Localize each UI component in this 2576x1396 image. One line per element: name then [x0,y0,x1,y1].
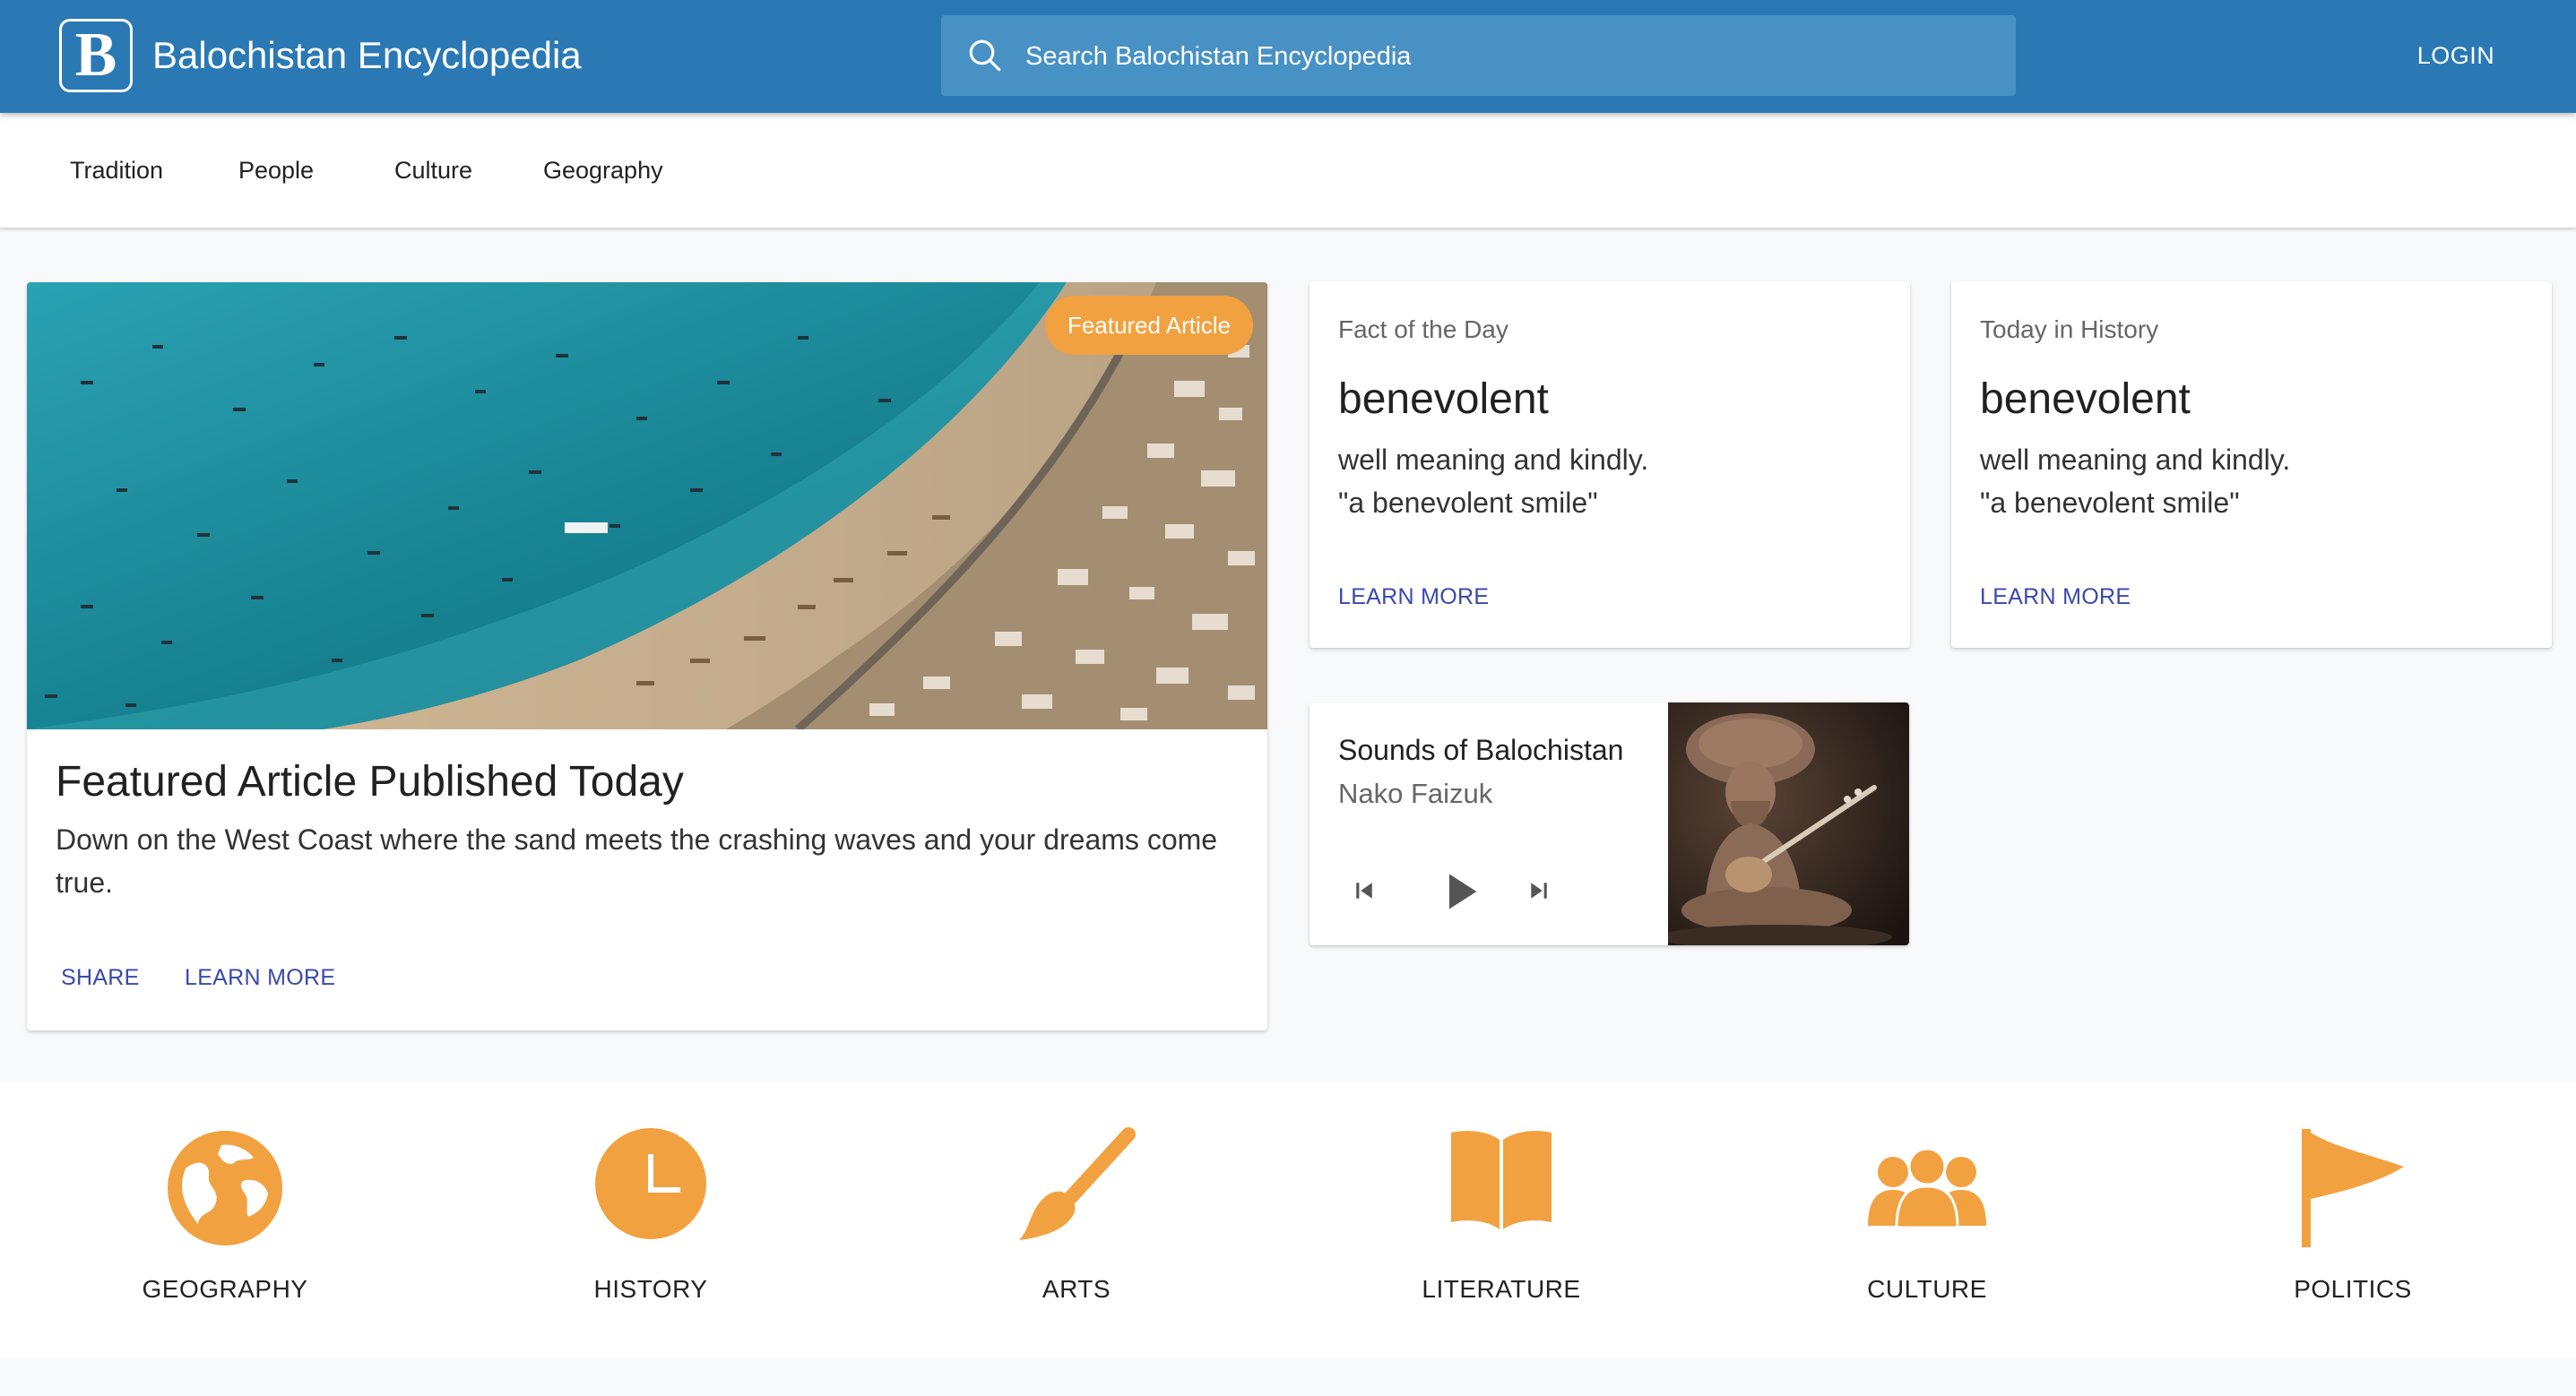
tab-culture[interactable]: Culture [394,113,472,228]
search-input[interactable] [1024,15,1995,98]
topic-politics[interactable]: POLITICS [2218,1082,2487,1357]
topics-strip: GEOGRAPHY HISTORY ARTS LITERATURE CULTUR… [0,1082,2576,1357]
topic-label: POLITICS [2294,1275,2412,1303]
history-learn-more-button[interactable]: LEARN MORE [1980,584,2131,610]
topic-history[interactable]: HISTORY [516,1082,785,1357]
app-bar: B Balochistan Encyclopedia LOGIN [0,0,2576,113]
play-icon[interactable] [1438,868,1484,915]
logo-letter: B [74,21,117,90]
book-icon [1451,1131,1552,1229]
card-overline: Today in History [1980,315,2159,343]
definition-text: well meaning and kindly. [1338,444,1649,476]
flag-icon [2302,1129,2404,1247]
topic-geography[interactable]: GEOGRAPHY [91,1082,359,1357]
tab-tradition[interactable]: Tradition [70,113,163,228]
topic-label: GEOGRAPHY [142,1275,308,1303]
topic-arts[interactable]: ARTS [942,1082,1211,1357]
search-icon [969,39,1001,72]
skip-next-icon[interactable] [1526,877,1552,904]
login-button[interactable]: LOGIN [2402,0,2510,111]
people-icon [1868,1149,1986,1229]
topic-literature[interactable]: LITERATURE [1367,1082,1636,1357]
clock-icon [595,1128,706,1239]
example-text: "a benevolent smile" [1338,487,1598,519]
skip-previous-icon[interactable] [1351,877,1378,904]
track-title: Sounds of Balochistan [1338,734,1624,766]
featured-badge: Featured Article [1045,296,1253,355]
app-title[interactable]: Balochistan Encyclopedia [152,0,582,111]
album-cover [1668,702,1909,945]
today-in-history-card: Today in History benevolent well meaning… [1951,281,2552,648]
featured-description: Down on the West Coast where the sand me… [56,823,1218,899]
topic-label: ARTS [1042,1275,1111,1303]
fact-of-the-day-card: Fact of the Day benevolent well meaning … [1310,281,1910,648]
category-nav: Tradition People Culture Geography [0,113,2576,228]
card-definition: well meaning and kindly. "a benevolent s… [1980,438,2290,524]
track-artist: Nako Faizuk [1338,778,1493,809]
card-word: benevolent [1338,375,1549,423]
fact-learn-more-button[interactable]: LEARN MORE [1338,584,1489,610]
featured-article-card: Featured Article Featured Article Publis… [27,282,1267,1030]
definition-text: well meaning and kindly. [1980,444,2291,476]
share-button[interactable]: SHARE [61,965,140,991]
topic-label: CULTURE [1867,1275,1987,1303]
paintbrush-icon [1019,1127,1136,1240]
featured-learn-more-button[interactable]: LEARN MORE [185,965,335,991]
topic-label: HISTORY [593,1275,708,1303]
tab-people[interactable]: People [238,113,314,228]
featured-title[interactable]: Featured Article Published Today [56,757,684,806]
music-player-card: Sounds of Balochistan Nako Faizuk [1310,702,1909,945]
topic-culture[interactable]: CULTURE [1793,1082,2062,1357]
logo[interactable]: B [59,19,133,92]
globe-icon [168,1131,282,1245]
card-word: benevolent [1980,375,2191,423]
card-definition: well meaning and kindly. "a benevolent s… [1338,438,1648,524]
example-text: "a benevolent smile" [1980,487,2240,519]
card-overline: Fact of the Day [1338,315,1508,343]
topic-label: LITERATURE [1422,1275,1581,1303]
search-bar[interactable] [941,15,2016,98]
tab-geography[interactable]: Geography [543,113,663,228]
